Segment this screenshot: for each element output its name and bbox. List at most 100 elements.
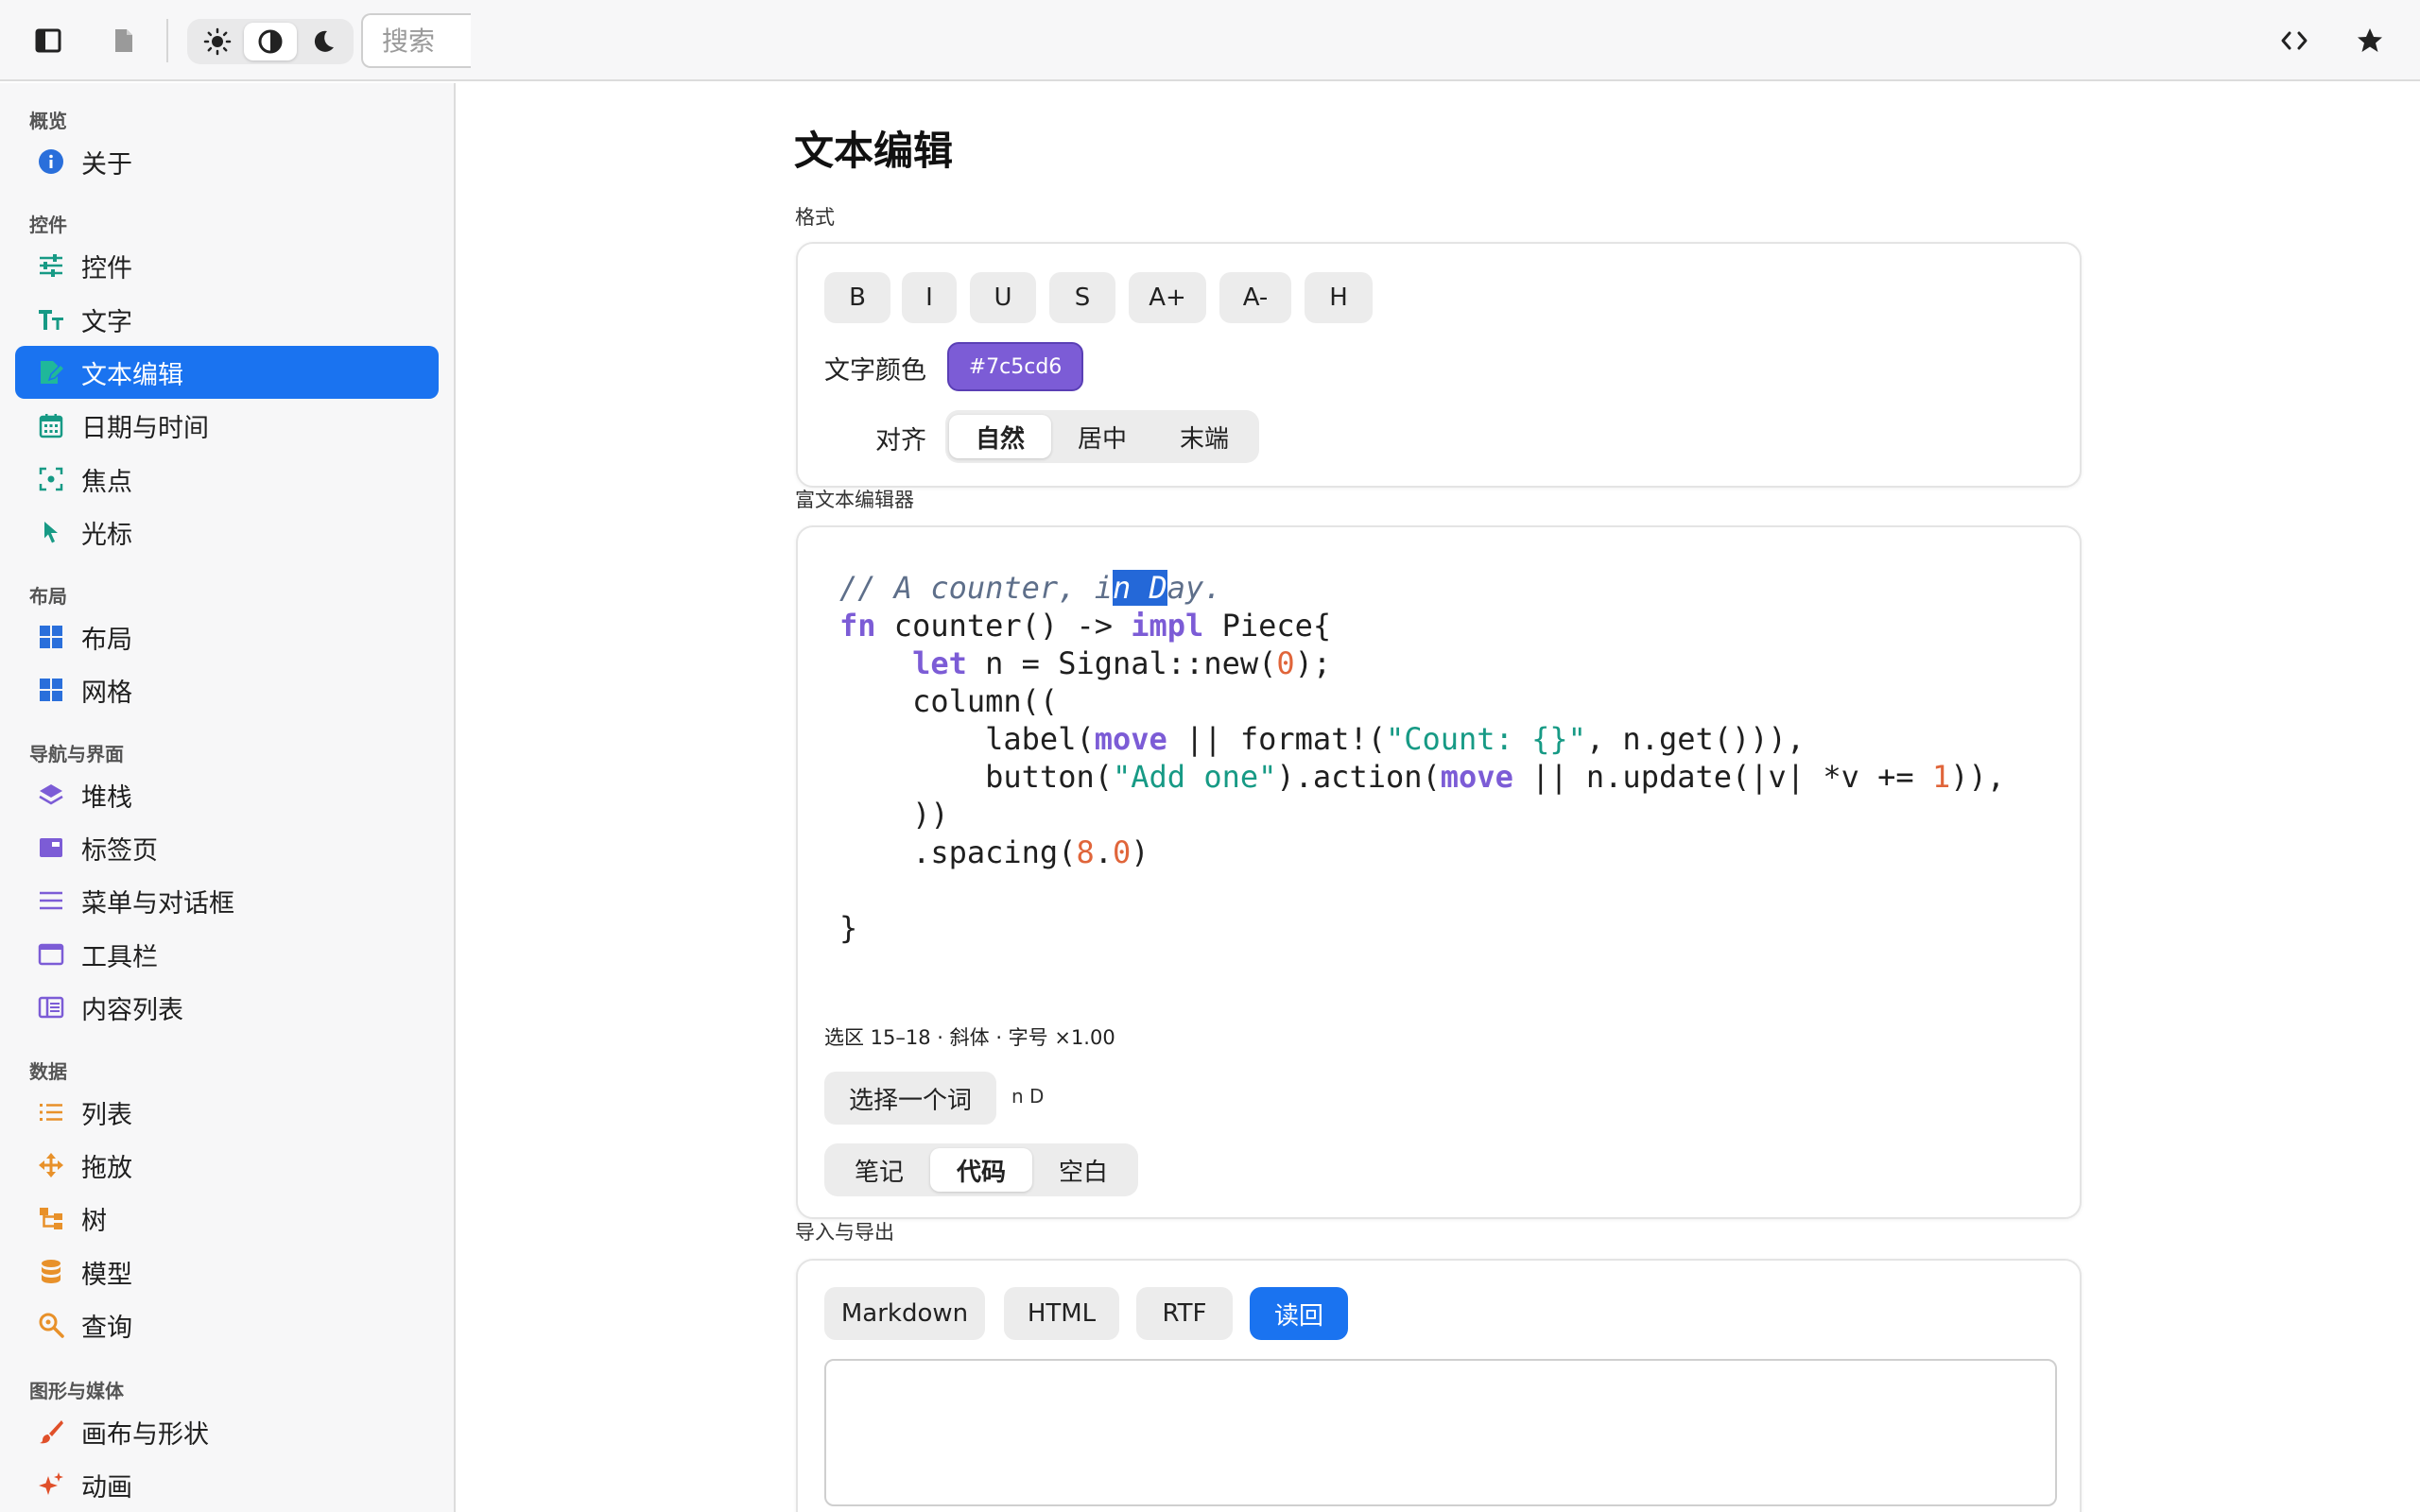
align-end-option[interactable]: 末端 <box>1153 415 1255 458</box>
code-icon <box>2281 31 2308 50</box>
sidebar-item-list[interactable]: 列表 <box>15 1086 439 1139</box>
star-icon <box>2358 28 2382 52</box>
sidebar-item-controls[interactable]: 控件 <box>15 239 439 292</box>
sidebar-icon <box>35 28 61 53</box>
sidebar-item-label: 控件 <box>81 253 132 284</box>
document-button[interactable] <box>100 17 147 64</box>
sidebar-item-label: 动画 <box>81 1472 132 1503</box>
sidebar-item-label: 列表 <box>81 1100 132 1130</box>
sidebar-item-label: 堆栈 <box>81 782 132 813</box>
rich-editor-card: // A counter, in Day. fn counter() -> im… <box>796 525 2082 1219</box>
grid-icon <box>34 673 68 707</box>
sidebar-item-text[interactable]: 文字 <box>15 293 439 346</box>
sidebar-item-label: 日期与时间 <box>81 413 209 443</box>
sidebar-item-label: 光标 <box>81 520 132 550</box>
tree-icon <box>34 1201 68 1235</box>
sidebar-item-label: 布局 <box>81 625 132 655</box>
sidebar-item-content-list[interactable]: 内容列表 <box>15 981 439 1034</box>
sidebar-item-datetime[interactable]: 日期与时间 <box>15 399 439 452</box>
brush-icon <box>34 1415 68 1449</box>
highlight-button[interactable]: H <box>1305 272 1373 323</box>
list-icon <box>34 1095 68 1129</box>
sidebar-item-layout[interactable]: 布局 <box>15 610 439 663</box>
sidebar: 概览 关于 控件 控件 文字 文本编辑 日期与时间 焦点 光标 布局 布局 网格… <box>0 83 456 1512</box>
mode-blank-option[interactable]: 空白 <box>1032 1148 1134 1192</box>
focus-icon <box>34 462 68 496</box>
toolbar-divider <box>166 19 168 62</box>
stack-icon <box>34 778 68 812</box>
sidebar-item-label: 文字 <box>81 307 132 337</box>
sidebar-item-label: 画布与形状 <box>81 1419 209 1450</box>
sidebar-item-drag-drop[interactable]: 拖放 <box>15 1139 439 1192</box>
sun-icon <box>203 27 232 56</box>
sidebar-item-grid[interactable]: 网格 <box>15 663 439 716</box>
sidebar-item-canvas[interactable]: 画布与形状 <box>15 1405 439 1458</box>
window-icon <box>34 937 68 971</box>
sidebar-item-label: 网格 <box>81 678 132 708</box>
page-title: 文本编辑 <box>794 128 954 174</box>
sidebar-toggle-button[interactable] <box>25 17 72 64</box>
sidebar-item-label: 工具栏 <box>81 942 158 972</box>
info-icon <box>34 145 68 179</box>
favorite-button[interactable] <box>2346 17 2394 64</box>
theme-switcher <box>187 19 354 64</box>
calendar-icon <box>34 408 68 442</box>
sidebar-item-label: 菜单与对话框 <box>81 888 234 919</box>
alignment-segmented-control: 自然 居中 末端 <box>945 410 1259 463</box>
move-icon <box>34 1148 68 1182</box>
sidebar-item-label: 模型 <box>81 1260 132 1290</box>
text-color-label: 文字颜色 <box>824 356 926 386</box>
sidebar-item-label: 关于 <box>81 149 132 180</box>
export-output-textarea[interactable] <box>824 1359 2057 1506</box>
layout-icon <box>34 620 68 654</box>
sliders-icon <box>34 249 68 283</box>
strikethrough-button[interactable]: S <box>1049 272 1115 323</box>
font-size-increase-button[interactable]: A+ <box>1129 272 1206 323</box>
alignment-label: 对齐 <box>875 426 926 455</box>
zoom-search-icon <box>34 1308 68 1342</box>
sidebar-item-stack[interactable]: 堆栈 <box>15 768 439 821</box>
export-markdown-button[interactable]: Markdown <box>824 1287 985 1340</box>
sidebar-item-cursor[interactable]: 光标 <box>15 506 439 558</box>
sidebar-item-label: 查询 <box>81 1313 132 1343</box>
rich-text-editor[interactable]: // A counter, in Day. fn counter() -> im… <box>839 569 2005 947</box>
theme-light-button[interactable] <box>191 23 244 60</box>
mode-code-option[interactable]: 代码 <box>930 1148 1032 1192</box>
sidebar-item-menus[interactable]: 菜单与对话框 <box>15 874 439 927</box>
columns-icon <box>34 990 68 1024</box>
section-controls: 控件 <box>29 214 67 236</box>
read-back-button[interactable]: 读回 <box>1250 1287 1348 1340</box>
sidebar-item-model[interactable]: 模型 <box>15 1246 439 1298</box>
mode-notes-option[interactable]: 笔记 <box>828 1148 930 1192</box>
contrast-icon <box>258 29 283 54</box>
import-export-section-label: 导入与导出 <box>795 1221 894 1244</box>
text-color-picker[interactable]: #7c5cd6 <box>947 342 1083 391</box>
edit-document-icon <box>34 355 68 389</box>
align-natural-option[interactable]: 自然 <box>949 415 1051 458</box>
sidebar-item-query[interactable]: 查询 <box>15 1298 439 1351</box>
sidebar-item-tree[interactable]: 树 <box>15 1192 439 1245</box>
sidebar-item-toolbar[interactable]: 工具栏 <box>15 928 439 981</box>
section-data: 数据 <box>29 1060 67 1083</box>
theme-auto-button[interactable] <box>244 23 297 60</box>
sidebar-item-focus[interactable]: 焦点 <box>15 453 439 506</box>
editor-mode-segmented-control: 笔记 代码 空白 <box>824 1143 1138 1196</box>
sidebar-item-tabs[interactable]: 标签页 <box>15 821 439 874</box>
bold-button[interactable]: B <box>824 272 890 323</box>
export-html-button[interactable]: HTML <box>1004 1287 1119 1340</box>
italic-button[interactable]: I <box>902 272 957 323</box>
export-rtf-button[interactable]: RTF <box>1136 1287 1233 1340</box>
sidebar-item-animation[interactable]: 动画 <box>15 1458 439 1511</box>
sidebar-item-about[interactable]: 关于 <box>15 135 439 188</box>
sidebar-item-label: 树 <box>81 1206 107 1236</box>
select-word-button[interactable]: 选择一个词 <box>824 1072 996 1125</box>
code-view-button[interactable] <box>2271 17 2318 64</box>
underline-button[interactable]: U <box>970 272 1036 323</box>
search-input[interactable] <box>361 13 471 68</box>
sidebar-item-text-editing[interactable]: 文本编辑 <box>15 346 439 399</box>
selected-text-readout: n D <box>1011 1085 1045 1108</box>
theme-dark-button[interactable] <box>297 23 350 60</box>
font-size-decrease-button[interactable]: A- <box>1219 272 1291 323</box>
format-section-label: 格式 <box>795 206 835 229</box>
align-center-option[interactable]: 居中 <box>1051 415 1153 458</box>
